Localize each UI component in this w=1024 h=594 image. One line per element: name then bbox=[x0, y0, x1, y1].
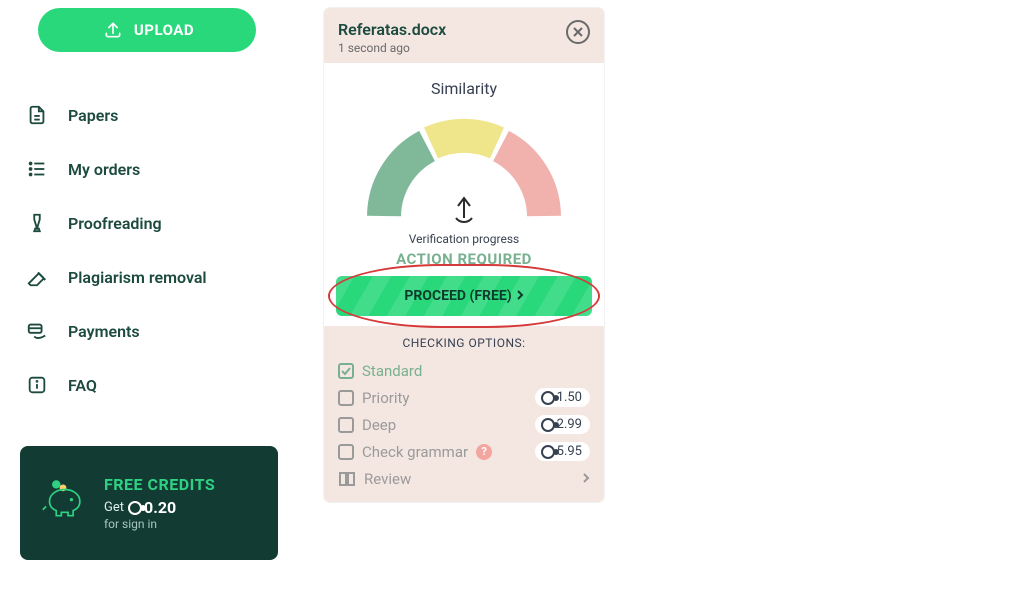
option-deep[interactable]: Deep 2.99 bbox=[338, 411, 590, 438]
proceed-button[interactable]: PROCEED (FREE) bbox=[336, 276, 592, 316]
piggy-bank-icon bbox=[36, 476, 90, 530]
gauge bbox=[324, 106, 604, 236]
sidebar-item-label: Payments bbox=[68, 322, 140, 341]
sidebar-item-label: Papers bbox=[68, 106, 118, 125]
credits-amount: 0.20 bbox=[144, 498, 176, 517]
file-timestamp: 1 second ago bbox=[338, 41, 446, 55]
option-label: Priority bbox=[362, 389, 409, 407]
credits-sub: for sign in bbox=[104, 517, 215, 531]
price-pill: 1.50 bbox=[535, 388, 590, 407]
eraser-icon bbox=[24, 264, 50, 290]
close-button[interactable] bbox=[566, 20, 590, 44]
sidebar-item-orders[interactable]: My orders bbox=[20, 142, 280, 196]
book-icon bbox=[338, 471, 356, 487]
coin-icon bbox=[541, 418, 555, 432]
file-icon bbox=[24, 102, 50, 128]
highlighter-icon bbox=[24, 210, 50, 236]
document-card: Referatas.docx 1 second ago Similarity V… bbox=[324, 8, 604, 502]
list-icon bbox=[24, 156, 50, 182]
checkbox-icon bbox=[338, 417, 354, 433]
help-icon[interactable]: ? bbox=[476, 444, 492, 460]
option-label: Standard bbox=[362, 362, 422, 380]
checking-options: CHECKING OPTIONS: Standard Priority 1.50… bbox=[324, 326, 604, 502]
sidebar-item-payments[interactable]: Payments bbox=[20, 304, 280, 358]
option-label: Review bbox=[364, 470, 411, 488]
sidebar-item-label: Proofreading bbox=[68, 214, 162, 233]
info-icon bbox=[24, 372, 50, 398]
proceed-button-label: PROCEED (FREE) bbox=[404, 288, 511, 304]
credits-text: FREE CREDITS Get 0.20 for sign in bbox=[104, 475, 215, 531]
option-label: Deep bbox=[362, 416, 396, 434]
free-credits-card[interactable]: FREE CREDITS Get 0.20 for sign in bbox=[20, 446, 278, 560]
card-header: Referatas.docx 1 second ago bbox=[324, 8, 604, 63]
close-icon bbox=[573, 27, 583, 37]
gauge-icon bbox=[364, 106, 564, 236]
action-required-label: ACTION REQUIRED bbox=[324, 250, 604, 268]
sidebar-item-papers[interactable]: Papers bbox=[20, 88, 280, 142]
upload-button[interactable]: UPLOAD bbox=[38, 8, 256, 52]
options-title: CHECKING OPTIONS: bbox=[338, 336, 590, 350]
chevron-right-icon bbox=[582, 469, 590, 488]
sidebar-item-plagiarism-removal[interactable]: Plagiarism removal bbox=[20, 250, 280, 304]
option-label: Check grammar bbox=[362, 443, 468, 461]
checkbox-icon bbox=[338, 444, 354, 460]
sidebar-item-label: FAQ bbox=[68, 376, 97, 395]
similarity-label: Similarity bbox=[324, 63, 604, 98]
sidebar-item-label: Plagiarism removal bbox=[68, 268, 207, 287]
coin-icon bbox=[128, 501, 142, 515]
sidebar-nav: Papers My orders Proofreading Plagiarism… bbox=[20, 88, 280, 412]
upload-button-label: UPLOAD bbox=[134, 21, 194, 39]
upload-icon bbox=[100, 17, 126, 43]
price-pill: 5.95 bbox=[535, 442, 590, 461]
credits-title: FREE CREDITS bbox=[104, 475, 215, 494]
checkbox-checked-icon bbox=[338, 363, 354, 379]
file-name: Referatas.docx bbox=[338, 20, 446, 39]
sidebar-item-faq[interactable]: FAQ bbox=[20, 358, 280, 412]
option-priority[interactable]: Priority 1.50 bbox=[338, 384, 590, 411]
sidebar-item-proofreading[interactable]: Proofreading bbox=[20, 196, 280, 250]
option-grammar[interactable]: Check grammar ? 5.95 bbox=[338, 438, 590, 465]
sidebar: UPLOAD Papers My orders Proofreading Pla… bbox=[20, 8, 280, 560]
price-pill: 2.99 bbox=[535, 415, 590, 434]
chevron-right-icon bbox=[516, 288, 524, 304]
option-review[interactable]: Review bbox=[338, 465, 590, 492]
card-hand-icon bbox=[24, 318, 50, 344]
checkbox-icon bbox=[338, 390, 354, 406]
coin-icon bbox=[541, 391, 555, 405]
credits-prefix: Get bbox=[104, 500, 124, 515]
price-value: 1.50 bbox=[557, 390, 582, 405]
coin-icon bbox=[541, 445, 555, 459]
price-value: 2.99 bbox=[557, 417, 582, 432]
sidebar-item-label: My orders bbox=[68, 160, 140, 179]
price-value: 5.95 bbox=[557, 444, 582, 459]
option-standard[interactable]: Standard bbox=[338, 358, 590, 384]
